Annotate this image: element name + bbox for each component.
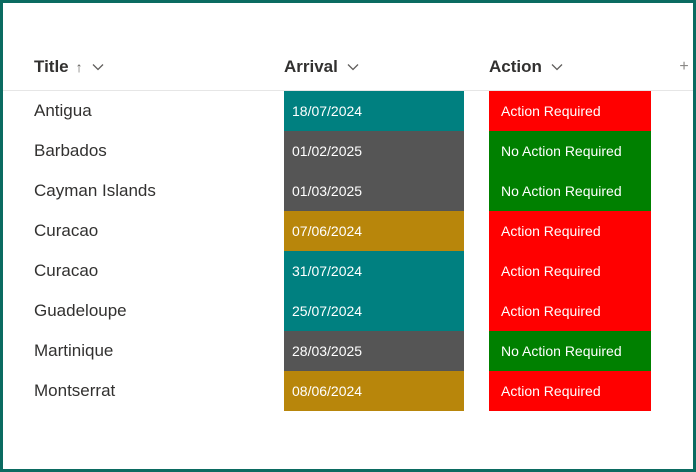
cell-action-status: Action Required (489, 91, 651, 131)
cell-action-status: No Action Required (489, 331, 651, 371)
cell-title[interactable]: Martinique (34, 331, 113, 371)
cell-action-status: Action Required (489, 291, 651, 331)
cell-arrival: 01/03/2025 (284, 171, 464, 211)
cell-title[interactable]: Barbados (34, 131, 107, 171)
chevron-down-icon[interactable] (550, 60, 564, 74)
table-row[interactable]: Guadeloupe 25/07/2024 Action Required (3, 291, 693, 331)
column-header-arrival-label: Arrival (284, 57, 338, 76)
add-column-button[interactable]: + (675, 55, 693, 79)
cell-action-status: No Action Required (489, 131, 651, 171)
cell-title[interactable]: Antigua (34, 91, 92, 131)
cell-arrival: 18/07/2024 (284, 91, 464, 131)
list-view-frame: Title ↑ Arrival Action + Antigua 18/07/20… (0, 0, 696, 472)
column-header-row: Title ↑ Arrival Action + (3, 43, 693, 91)
column-header-arrival[interactable]: Arrival (284, 43, 360, 91)
cell-arrival: 31/07/2024 (284, 251, 464, 291)
cell-arrival: 08/06/2024 (284, 371, 464, 411)
cell-title[interactable]: Cayman Islands (34, 171, 156, 211)
cell-title[interactable]: Curacao (34, 251, 98, 291)
sort-ascending-icon: ↑ (75, 59, 83, 75)
table-row[interactable]: Barbados 01/02/2025 No Action Required (3, 131, 693, 171)
chevron-down-icon[interactable] (346, 60, 360, 74)
table-row[interactable]: Antigua 18/07/2024 Action Required (3, 91, 693, 131)
column-header-title[interactable]: Title ↑ (34, 43, 105, 91)
table-row[interactable]: Martinique 28/03/2025 No Action Required (3, 331, 693, 371)
cell-action-status: Action Required (489, 211, 651, 251)
chevron-down-icon[interactable] (91, 60, 105, 74)
cell-arrival: 25/07/2024 (284, 291, 464, 331)
column-header-title-label: Title (34, 57, 69, 76)
cell-title[interactable]: Guadeloupe (34, 291, 127, 331)
cell-action-status: No Action Required (489, 171, 651, 211)
cell-arrival: 07/06/2024 (284, 211, 464, 251)
column-header-action-label: Action (489, 57, 542, 76)
table-row[interactable]: Curacao 07/06/2024 Action Required (3, 211, 693, 251)
cell-action-status: Action Required (489, 251, 651, 291)
table-row[interactable]: Curacao 31/07/2024 Action Required (3, 251, 693, 291)
table-row[interactable]: Cayman Islands 01/03/2025 No Action Requir… (3, 171, 693, 211)
cell-arrival: 01/02/2025 (284, 131, 464, 171)
cell-arrival: 28/03/2025 (284, 331, 464, 371)
table-row[interactable]: Montserrat 08/06/2024 Action Required (3, 371, 693, 411)
cell-action-status: Action Required (489, 371, 651, 411)
cell-title[interactable]: Curacao (34, 211, 98, 251)
list-rows: Antigua 18/07/2024 Action Required Barbados… (3, 91, 693, 411)
column-header-action[interactable]: Action (489, 43, 564, 91)
cell-title[interactable]: Montserrat (34, 371, 115, 411)
